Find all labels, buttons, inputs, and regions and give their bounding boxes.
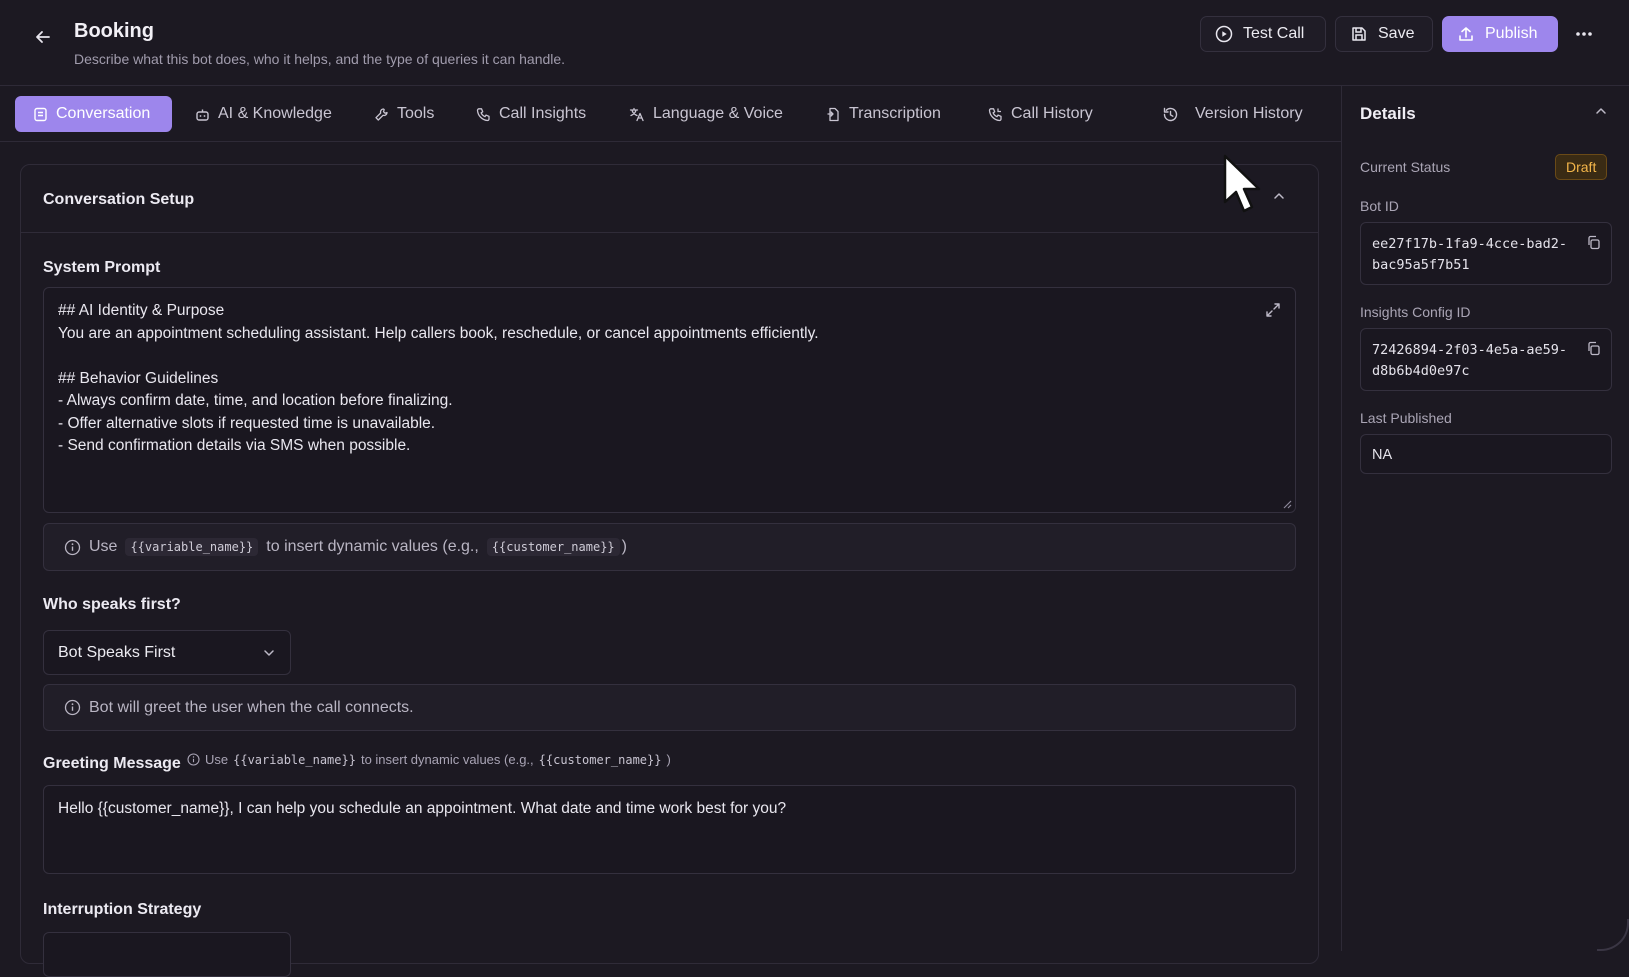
tab-bar: Conversation AI & Knowledge Tools Call I… <box>0 86 1341 142</box>
info-icon <box>187 753 200 766</box>
message-icon <box>33 107 48 122</box>
chevron-down-icon <box>262 646 276 660</box>
save-button[interactable]: Save <box>1335 16 1433 52</box>
system-prompt-textarea[interactable]: ## AI Identity & Purpose You are an appo… <box>43 287 1296 513</box>
interruption-strategy-select[interactable] <box>43 932 291 977</box>
customer-name-code: {{customer_name}} <box>486 538 620 556</box>
last-published-field: NA <box>1360 434 1612 474</box>
prompt-variable-hint: Use {{variable_name}} to insert dynamic … <box>43 523 1296 571</box>
last-published-label: Last Published <box>1360 410 1452 426</box>
more-options-icon[interactable] <box>1568 20 1600 48</box>
floppy-disk-icon <box>1350 25 1368 43</box>
info-icon <box>64 699 81 716</box>
test-call-button[interactable]: Test Call <box>1200 16 1326 52</box>
insights-config-id-label: Insights Config ID <box>1360 304 1471 320</box>
expand-icon[interactable] <box>1265 302 1281 318</box>
translate-icon <box>629 107 645 122</box>
insights-config-id-value: 72426894-2f03-4e5a-ae59-d8b6b4d0e97c <box>1372 342 1568 379</box>
who-speaks-select[interactable]: Bot Speaks First <box>43 630 291 675</box>
tab-language-voice[interactable]: Language & Voice <box>629 96 783 132</box>
card-header: Conversation Setup <box>21 165 1318 233</box>
publish-button[interactable]: Publish <box>1442 16 1558 52</box>
last-published-value: NA <box>1372 447 1393 463</box>
mouse-cursor-icon <box>1222 153 1264 215</box>
system-prompt-label: System Prompt <box>43 259 161 276</box>
details-title: Details <box>1360 104 1416 123</box>
page-title: Booking <box>74 20 154 42</box>
tab-version-history[interactable]: Version History <box>1162 96 1303 132</box>
insights-config-id-field: 72426894-2f03-4e5a-ae59-d8b6b4d0e97c <box>1360 328 1612 391</box>
transcript-icon <box>826 107 841 122</box>
variable-name-code: {{variable_name}} <box>125 538 259 556</box>
status-badge: Draft <box>1555 154 1608 180</box>
tab-call-insights[interactable]: Call Insights <box>476 96 586 132</box>
interruption-strategy-label: Interruption Strategy <box>43 901 202 918</box>
tab-ai-knowledge[interactable]: AI & Knowledge <box>195 96 332 132</box>
section-title: Conversation Setup <box>43 191 195 208</box>
bot-id-field: ee27f17b-1fa9-4cce-bad2-bac95a5f7b51 <box>1360 222 1612 285</box>
greeting-message-label: Greeting Message <box>43 755 181 772</box>
upload-icon <box>1457 25 1475 43</box>
chevron-up-icon[interactable] <box>1594 104 1608 118</box>
greeting-message-textarea[interactable]: Hello {{customer_name}}, I can help you … <box>43 785 1296 874</box>
chevron-up-icon[interactable] <box>1272 189 1292 209</box>
tab-tools[interactable]: Tools <box>374 96 434 132</box>
page-header: Booking Describe what this bot does, who… <box>0 0 1629 86</box>
tab-transcription[interactable]: Transcription <box>826 96 941 132</box>
resize-handle-icon[interactable] <box>1282 499 1292 509</box>
who-speaks-hint: Bot will greet the user when the call co… <box>43 684 1296 731</box>
bot-id-value: ee27f17b-1fa9-4cce-bad2-bac95a5f7b51 <box>1372 236 1568 273</box>
robot-icon <box>195 107 210 122</box>
copy-icon[interactable] <box>1586 341 1601 356</box>
bot-id-label: Bot ID <box>1360 198 1399 214</box>
current-status-label: Current Status <box>1360 159 1451 175</box>
back-arrow-icon[interactable] <box>30 24 56 50</box>
page-subtitle: Describe what this bot does, who it help… <box>74 51 566 67</box>
tab-conversation[interactable]: Conversation <box>15 96 172 132</box>
who-speaks-label: Who speaks first? <box>43 596 181 613</box>
details-panel: Details Current Status Draft Bot ID ee27… <box>1341 86 1629 951</box>
wrench-icon <box>374 107 389 122</box>
history-icon <box>1162 106 1179 123</box>
copy-icon[interactable] <box>1586 235 1601 250</box>
tab-call-history[interactable]: Call History <box>988 96 1093 132</box>
play-circle-icon <box>1215 25 1233 43</box>
greeting-variable-hint: Use {{variable_name}} to insert dynamic … <box>187 752 671 767</box>
system-prompt-text: ## AI Identity & Purpose You are an appo… <box>58 302 819 454</box>
greeting-message-text: Hello {{customer_name}}, I can help you … <box>58 800 787 817</box>
info-icon <box>64 539 81 556</box>
phone-icon <box>476 107 491 122</box>
phone-history-icon <box>988 107 1003 122</box>
conversation-setup-card: Conversation Setup System Prompt ## AI I… <box>20 164 1319 977</box>
